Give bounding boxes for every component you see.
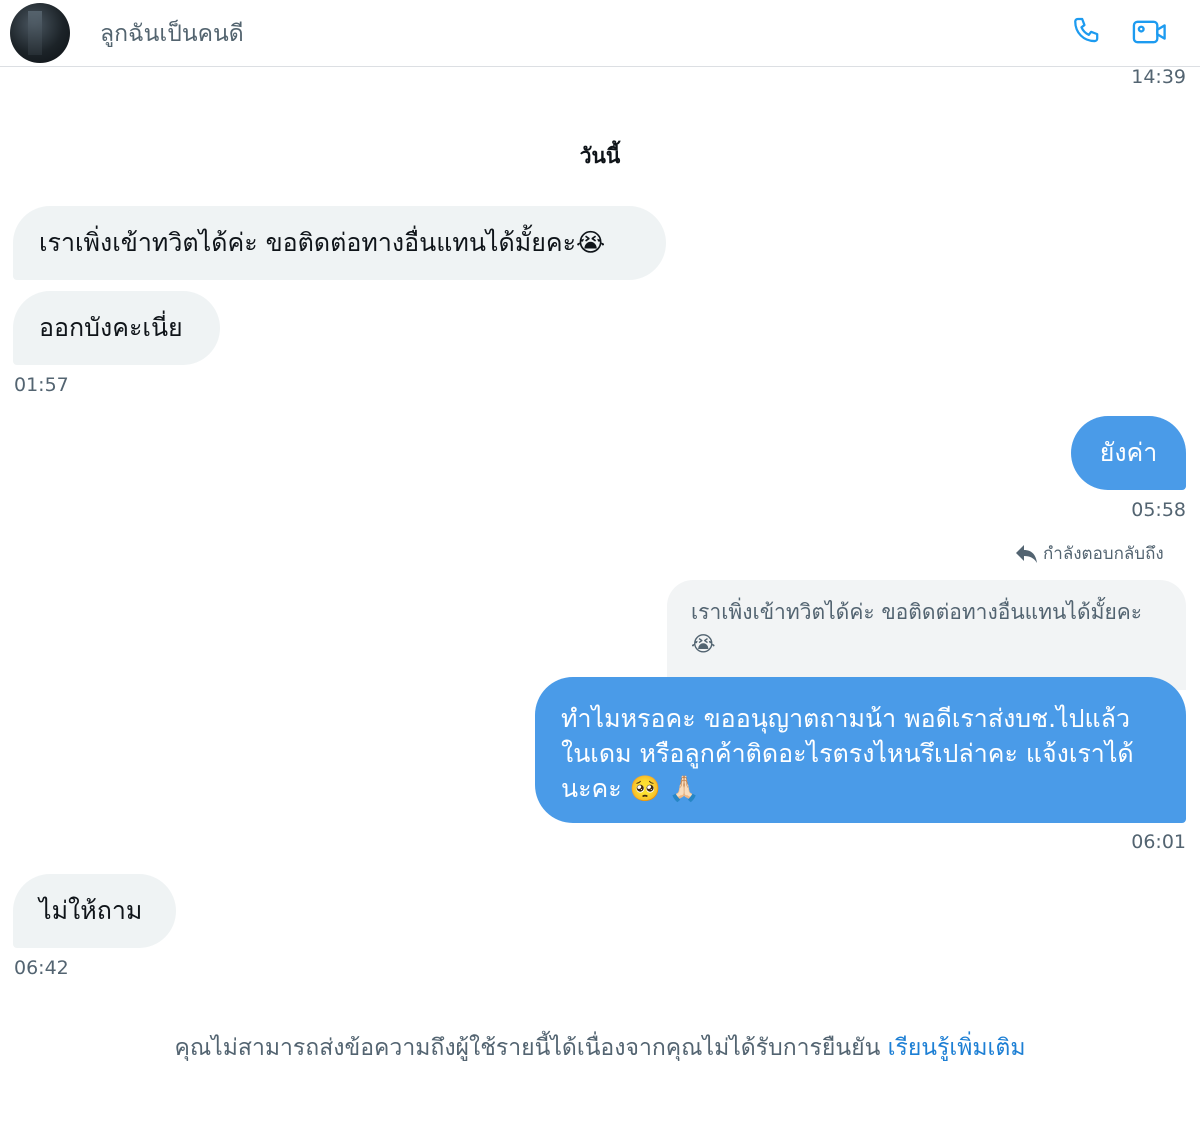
notice-text: คุณไม่สามารถส่งข้อความถึงผู้ใช้รายนี้ได้… [174,1035,881,1061]
message-line: นะคะ 🥺 🙏🏻 [561,774,700,803]
message-timestamp: 05:58 [1131,499,1186,521]
outgoing-message[interactable]: ทำไมหรอคะ ขออนุญาตถามน้า พอดีเราส่งบช.ไป… [535,677,1186,823]
message-timestamp: 06:42 [14,957,69,979]
reply-label-text: กำลังตอบกลับถึง [1043,544,1164,564]
reply-arrow-icon [1016,544,1037,563]
message-text: ไม่ให้ถาม [39,896,143,925]
phone-icon[interactable] [1067,12,1107,52]
message-text: ออกบังคะเนี่ย [39,313,183,342]
message-line: ในเดม หรือลูกค้าติดอะไรตรงไหนรึเปล่าคะ แ… [561,739,1134,768]
quoted-text: เราเพิ่งเข้าทวิตได้ค่ะ ขอติดต่อทางอื่นแท… [691,600,1143,656]
incoming-message[interactable]: ไม่ให้ถาม [13,874,176,948]
quoted-message[interactable]: เราเพิ่งเข้าทวิตได้ค่ะ ขอติดต่อทางอื่นแท… [667,580,1186,690]
reply-indicator: กำลังตอบกลับถึง [1015,540,1164,567]
message-text: ยังค่า [1099,438,1158,467]
contact-name[interactable]: ลูกฉันเป็นคนดี [100,16,244,52]
day-divider: วันนี้ [579,144,621,168]
message-timestamp: 06:01 [1131,831,1186,853]
message-line: ทำไมหรอคะ ขออนุญาตถามน้า พอดีเราส่งบช.ไป… [561,704,1131,733]
outgoing-message[interactable]: ยังค่า [1071,416,1186,490]
incoming-message[interactable]: ออกบังคะเนี่ย [13,291,220,365]
learn-more-link[interactable]: เรียนรู้เพิ่มเติม [888,1035,1026,1061]
message-text: เราเพิ่งเข้าทวิตได้ค่ะ ขอติดต่อทางอื่นแท… [39,228,606,257]
incoming-message[interactable]: เราเพิ่งเข้าทวิตได้ค่ะ ขอติดต่อทางอื่นแท… [13,206,666,280]
message-timestamp: 01:57 [14,374,69,396]
verification-notice: คุณไม่สามารถส่งข้อความถึงผู้ใช้รายนี้ได้… [0,1030,1200,1066]
video-camera-icon[interactable] [1130,12,1170,52]
contact-avatar[interactable] [10,3,70,63]
message-timestamp: 14:39 [1131,66,1186,88]
conversation-header: ลูกฉันเป็นคนดี [0,0,1200,67]
